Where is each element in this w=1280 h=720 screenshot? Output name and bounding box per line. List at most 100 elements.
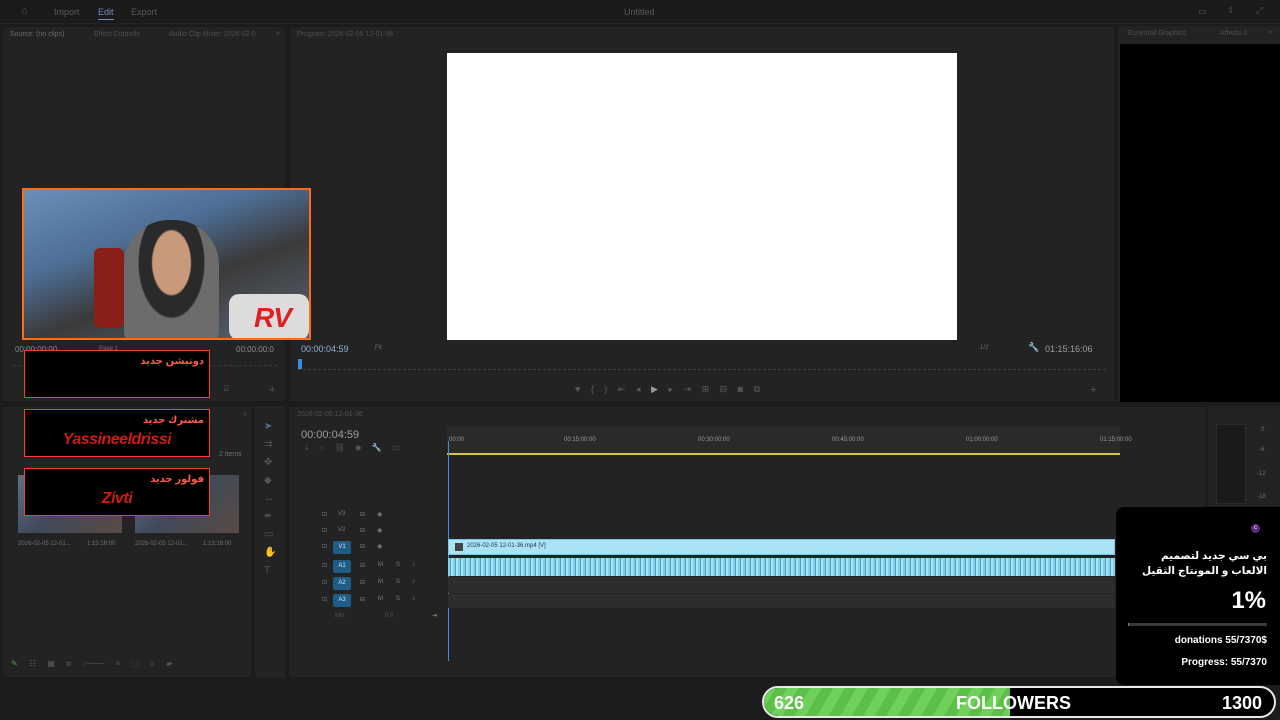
workspaces-icon[interactable]: ▭ [1198,7,1207,16]
panel-menu-icon[interactable]: » [1268,29,1272,36]
panel-menu-icon[interactable]: » [276,30,280,37]
wrench-icon[interactable]: 🔧 [1028,343,1039,352]
timeline-ruler[interactable]: 00:00 00:15:00:00 00:30:00:00 00:45:00:0… [447,427,1132,455]
track-target-a3[interactable]: A3 [333,594,351,607]
extract-icon[interactable]: ⊟ [720,384,728,394]
edit-tab[interactable]: Edit [98,7,114,20]
goal-progress-text: Progress: 55/7370 [1181,657,1267,668]
eye-icon[interactable]: ◉ [377,527,382,534]
lift-icon[interactable]: ⊞ [702,384,710,394]
ripple-edit-tool-icon[interactable]: ✥ [264,454,276,472]
panel-menu-icon[interactable]: » [243,411,247,418]
add-marker-icon[interactable]: ◆ [355,443,361,452]
lock-icon[interactable]: ⊡ [322,543,327,550]
mark-out-icon[interactable]: } [604,384,607,394]
go-to-in-icon[interactable]: ⇤ [618,384,626,394]
sync-lock-icon[interactable]: ⊟ [360,511,365,518]
type-tool-icon[interactable]: T [264,562,276,580]
step-forward-icon[interactable]: ▸ [668,384,673,394]
program-timecode[interactable]: 00:00:04:59 [301,344,349,354]
rectangle-tool-icon[interactable]: ▭ [264,526,276,544]
share-icon[interactable]: ⇪ [1227,6,1235,15]
lock-icon[interactable]: ⊡ [322,579,327,586]
essential-graphics-tab[interactable]: Essential Graphics [1128,30,1186,37]
export-frame-icon[interactable]: ⌸ [224,385,229,393]
wrench-icon[interactable]: 🔧 [372,443,382,452]
selection-tool-icon[interactable]: ➤ [264,418,276,436]
timeline-tab[interactable]: 2026-02-05 12-01-36 [297,411,363,418]
playhead-marker[interactable] [298,359,302,369]
razor-tool-icon[interactable]: ◆ [264,472,276,490]
marker-icon[interactable]: ♥ [575,384,580,394]
hand-tool-icon[interactable]: ✋ [264,544,276,562]
mic-icon[interactable]: ♪ [412,579,415,585]
eye-icon[interactable]: ◉ [377,543,382,550]
list-view-icon[interactable]: ☷ [29,659,36,668]
sort-icon[interactable]: ≡ [116,659,121,668]
go-to-end-icon[interactable]: ⇥ [432,612,437,619]
linked-selection-icon[interactable]: ⛓ [335,443,345,452]
icon-view-icon[interactable]: ▦ [47,659,55,668]
search-icon[interactable]: ⌕ [150,659,154,668]
home-icon[interactable]: ⌂ [21,6,28,17]
sync-lock-icon[interactable]: ⊟ [360,562,365,569]
mute-button[interactable]: M [378,596,383,602]
affects-tab[interactable]: Affects II [1220,30,1247,37]
freeform-view-icon[interactable]: ⧈ [66,659,71,668]
sync-lock-icon[interactable]: ⊟ [360,543,365,550]
program-tab[interactable]: Program: 2026-02-05 12-01-36 [297,31,394,38]
zoom-slider[interactable]: ○─── [82,659,104,668]
solo-button[interactable]: S [396,596,400,602]
lock-icon[interactable]: ⊡ [322,527,327,534]
lock-icon[interactable]: ⊡ [322,562,327,569]
audio-clip-mixer-tab[interactable]: Audio Clip Mixer: 2026-02-0 [169,31,256,38]
slip-tool-icon[interactable]: ↔ [264,490,276,508]
sync-lock-icon[interactable]: ⊟ [360,527,365,534]
snap-icon[interactable]: ∩ [319,443,325,452]
mute-button[interactable]: M [378,579,383,585]
mute-button[interactable]: M [378,562,383,568]
add-button-icon[interactable]: + [269,385,275,396]
mic-icon[interactable]: ♪ [412,562,415,568]
compare-icon[interactable]: ⧉ [754,384,760,394]
goal-progress-fill [1128,623,1130,626]
effect-controls-tab[interactable]: Effect Controls [94,31,140,38]
eye-icon[interactable]: ◉ [377,511,382,518]
mark-in-icon[interactable]: { [591,384,594,394]
track-target-a2[interactable]: A2 [333,577,351,590]
sync-lock-icon[interactable]: ⊟ [360,596,365,603]
program-fit-select[interactable]: Fit [375,345,382,351]
step-back-icon[interactable]: ◂ [636,384,641,394]
export-tab[interactable]: Export [131,7,157,17]
pen-tool-icon[interactable]: ✒ [264,508,276,526]
import-tab[interactable]: Import [54,7,80,17]
new-bin-icon[interactable]: ▰ [166,659,172,668]
track-target-v1[interactable]: V1 [333,541,351,554]
insert-icon[interactable]: ⤓ [305,443,309,452]
solo-button[interactable]: S [396,562,400,568]
audio-clip-a1[interactable] [448,558,1115,576]
pencil-icon[interactable]: ✎ [11,659,18,668]
go-to-out-icon[interactable]: ⇥ [684,384,692,394]
subscriber-alert-title: مشترك جديد [142,415,204,426]
lock-icon[interactable]: ⊡ [322,511,327,518]
sync-lock-icon[interactable]: ⊟ [360,579,365,586]
camera-icon[interactable]: ◙ [738,384,743,394]
automate-icon[interactable]: ⬚ [131,659,139,668]
mic-icon[interactable]: ♪ [412,596,415,602]
timeline-timecode[interactable]: 00:00:04:59 [301,429,359,441]
mix-value[interactable]: 0.0 [385,613,393,619]
video-clip[interactable]: 2026-02-05 12-01-36.mp4 [V] [448,539,1115,555]
source-tab[interactable]: Source: (no clips) [10,31,64,38]
program-scrubber[interactable] [298,360,1106,370]
subscriber-alert: مشترك جديد Yassineeldrissi [24,409,210,457]
add-button-icon[interactable]: + [1090,385,1096,396]
captions-icon[interactable]: ▭ [392,443,400,452]
play-icon[interactable]: ▶ [651,384,658,394]
track-target-a1[interactable]: A1 [333,560,351,573]
solo-button[interactable]: S [396,579,400,585]
program-resolution-select[interactable]: 1/2 [980,345,988,351]
track-select-tool-icon[interactable]: ⇉ [264,436,276,454]
fullscreen-icon[interactable]: ⤢ [1256,6,1263,15]
lock-icon[interactable]: ⊡ [322,596,327,603]
